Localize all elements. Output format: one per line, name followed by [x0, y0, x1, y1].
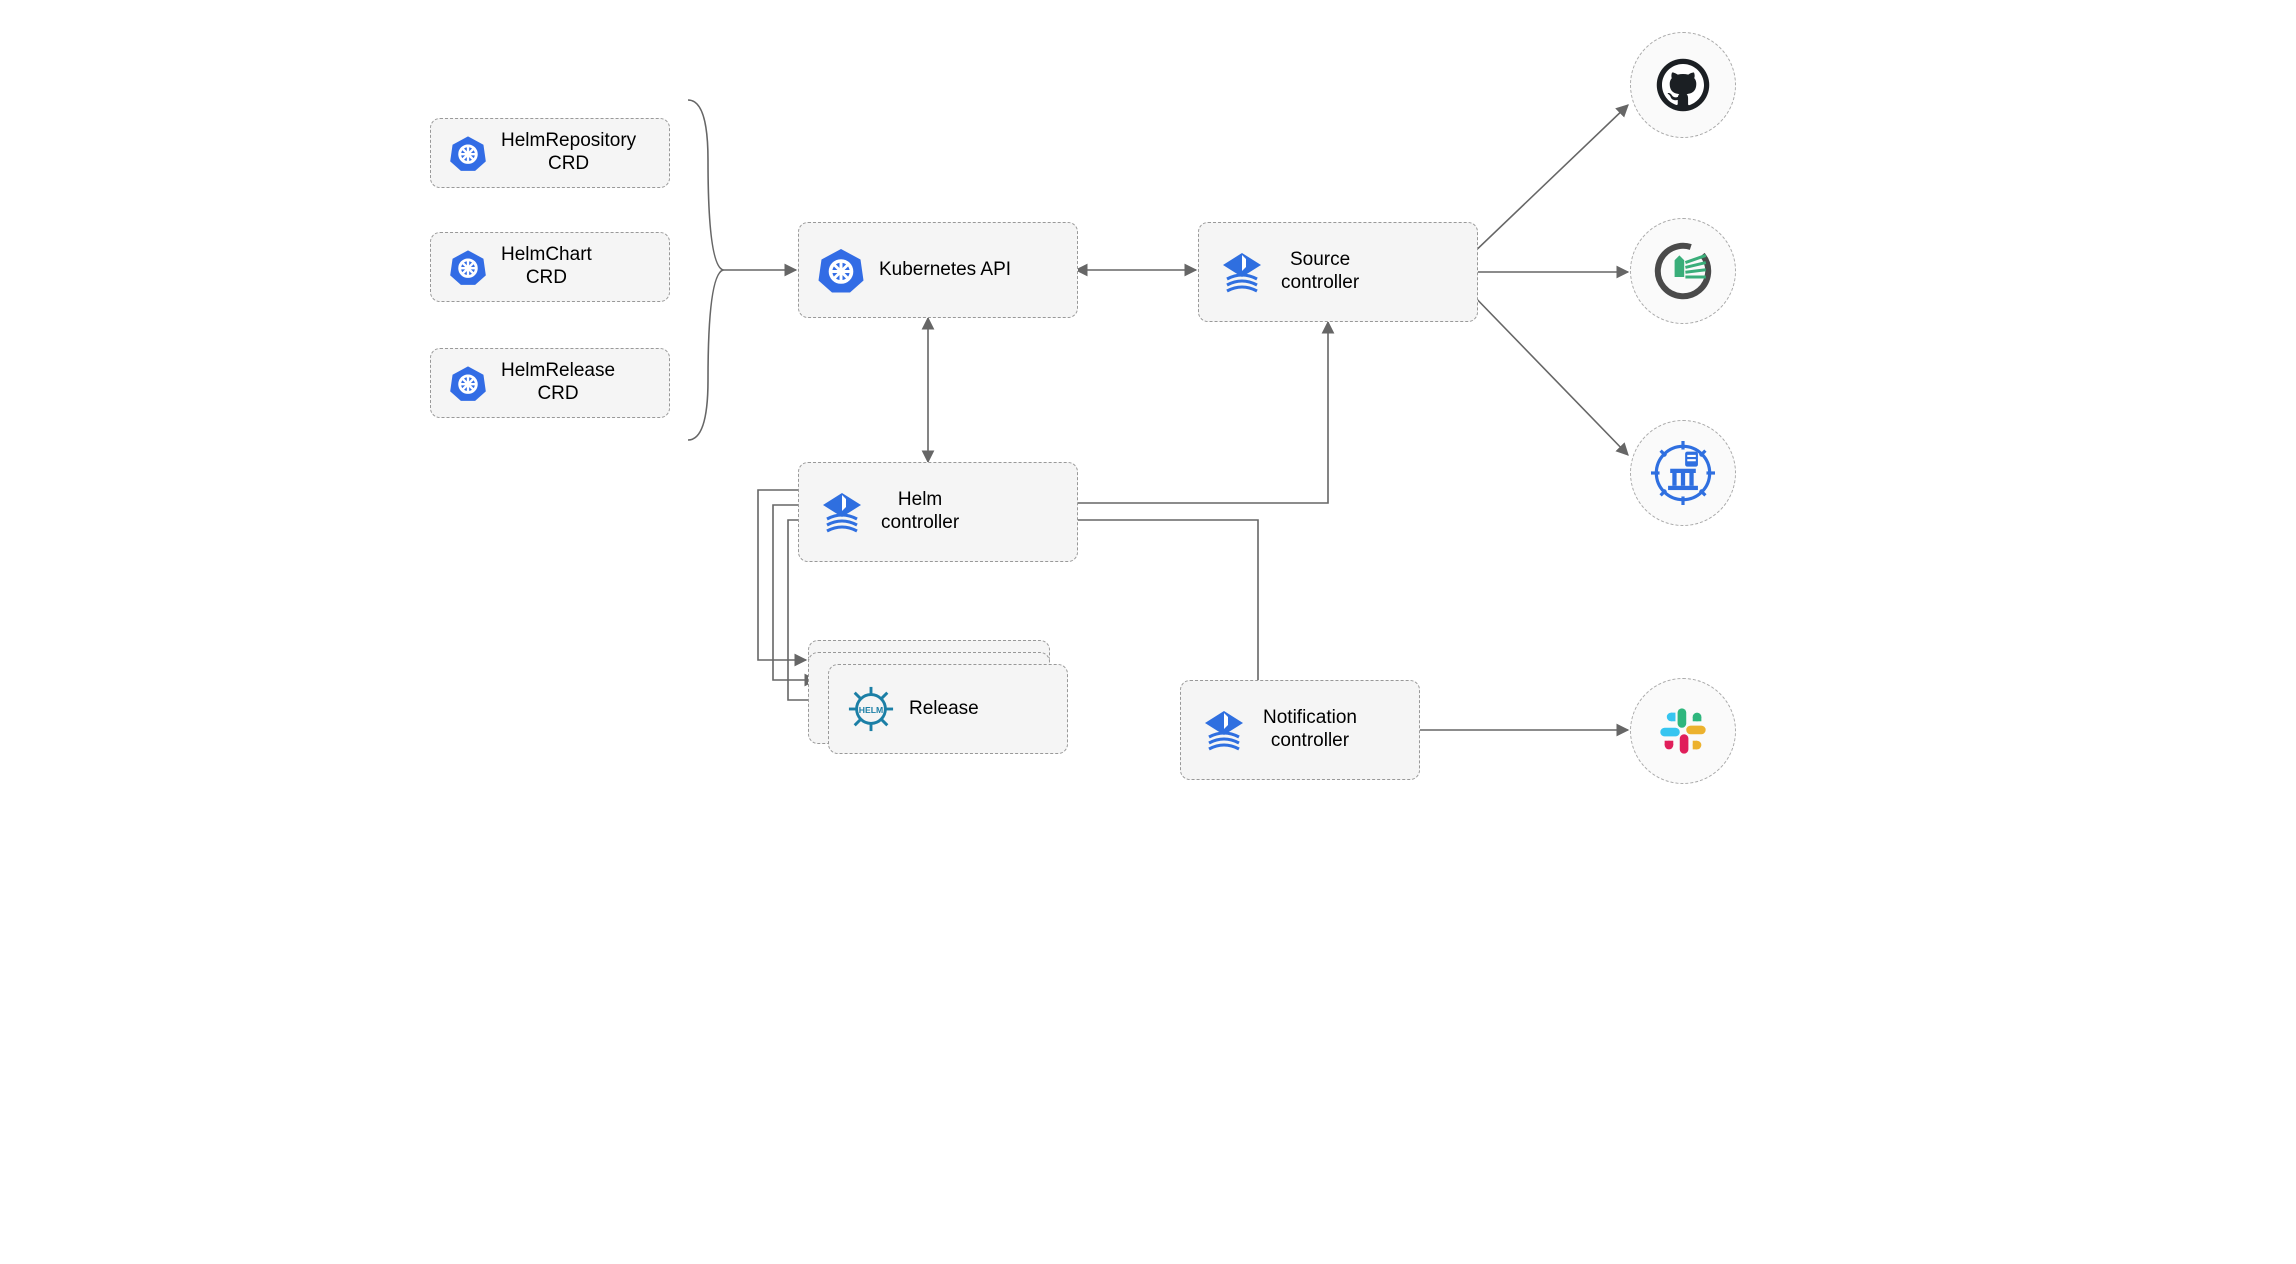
release-stack: HELM Release: [808, 640, 1068, 760]
k8s-label: Kubernetes API: [879, 259, 1011, 282]
crd-label: HelmChartCRD: [501, 244, 592, 290]
kubernetes-icon: [449, 364, 487, 402]
crd-label: HelmReleaseCRD: [501, 360, 615, 406]
svg-text:HELM: HELM: [859, 705, 883, 715]
helm-icon: HELM: [847, 685, 895, 733]
kubernetes-icon: [449, 248, 487, 286]
source-controller-node: Sourcecontroller: [1198, 222, 1478, 322]
crd-helmchart: HelmChartCRD: [430, 232, 670, 302]
crd-label: HelmRepositoryCRD: [501, 130, 636, 176]
kubernetes-api-node: Kubernetes API: [798, 222, 1078, 318]
helm-controller-node: Helmcontroller: [798, 462, 1078, 562]
ext-slack: [1630, 678, 1736, 784]
ext-harbor: [1630, 218, 1736, 324]
notification-controller-node: Notificationcontroller: [1180, 680, 1420, 780]
harbor-icon: [1653, 241, 1713, 301]
flux-icon: [1199, 705, 1249, 755]
museum-icon: [1651, 441, 1715, 505]
ext-github: [1630, 32, 1736, 138]
slack-icon: [1656, 704, 1710, 758]
crd-helmrepository: HelmRepositoryCRD: [430, 118, 670, 188]
kubernetes-icon: [449, 134, 487, 172]
ext-chartmuseum: [1630, 420, 1736, 526]
crd-helmrelease: HelmReleaseCRD: [430, 348, 670, 418]
flux-icon: [1217, 247, 1267, 297]
source-label: Sourcecontroller: [1281, 249, 1359, 295]
kubernetes-icon: [817, 246, 865, 294]
release-label: Release: [909, 698, 979, 721]
flux-icon: [817, 487, 867, 537]
notif-label: Notificationcontroller: [1263, 707, 1357, 753]
github-icon: [1655, 57, 1711, 113]
helm-label: Helmcontroller: [881, 489, 959, 535]
